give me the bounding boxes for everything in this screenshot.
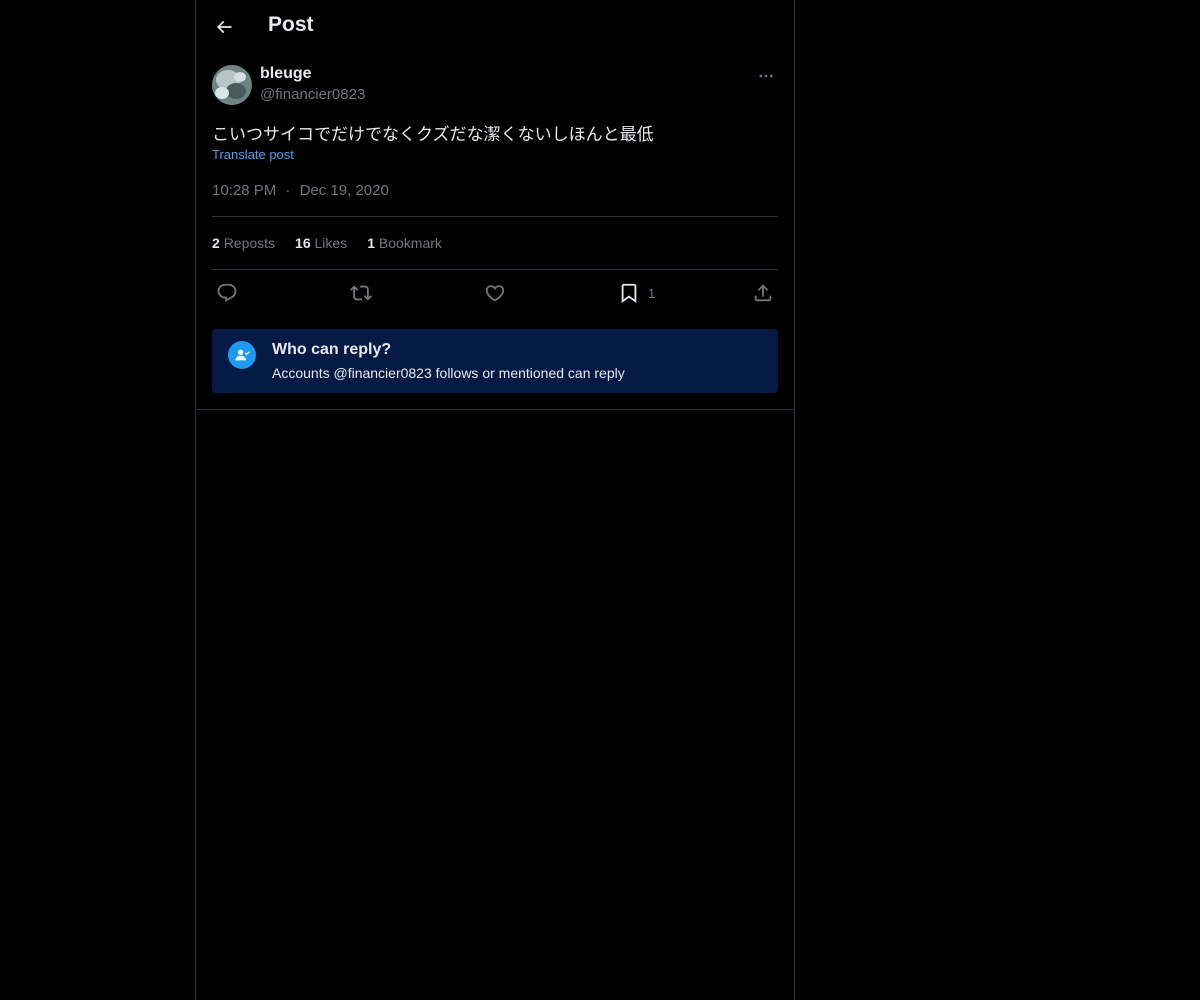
post-stats: 2 Reposts 16 Likes 1 Bookmark xyxy=(212,235,442,251)
like-button[interactable] xyxy=(484,280,506,306)
bookmark-count: 1 xyxy=(648,285,656,301)
post-timestamp: 10:28 PM · Dec 19, 2020 xyxy=(212,182,389,199)
author-row: bleuge @financier0823 xyxy=(212,64,778,106)
back-button[interactable] xyxy=(208,11,240,43)
avatar[interactable] xyxy=(212,65,252,105)
divider xyxy=(212,269,778,270)
bookmarks-label: Bookmark xyxy=(378,235,442,251)
more-horizontal-icon xyxy=(759,74,773,78)
bookmarks-count: 1 xyxy=(367,235,375,251)
reply-restriction-description: Accounts @financier0823 follows or menti… xyxy=(272,365,625,381)
reply-restriction-title: Who can reply? xyxy=(272,341,392,358)
post-time[interactable]: 10:28 PM xyxy=(212,182,276,199)
share-icon xyxy=(754,284,772,302)
repost-button[interactable] xyxy=(350,280,372,306)
likes-label: Likes xyxy=(314,235,348,251)
author-display-name[interactable]: bleuge xyxy=(260,65,312,83)
reply-button[interactable] xyxy=(216,280,238,306)
reply-icon xyxy=(217,283,237,302)
repost-icon xyxy=(350,285,372,301)
post-text: こいつサイコでだけでなくクズだな潔くないしほんと最低 xyxy=(212,125,654,145)
section-divider xyxy=(196,409,794,410)
reply-restriction-box: Who can reply? Accounts @financier0823 f… xyxy=(212,329,778,393)
likes-stat[interactable]: 16 Likes xyxy=(295,235,347,251)
more-options-button[interactable] xyxy=(754,64,778,88)
post: bleuge @financier0823 こいつサイコでだけでなくクズだな潔く… xyxy=(212,64,778,393)
bookmark-button[interactable]: 1 xyxy=(618,280,655,306)
page-title: Post xyxy=(268,13,314,36)
bookmarks-stat[interactable]: 1 Bookmark xyxy=(367,235,442,251)
arrow-left-icon xyxy=(216,20,232,34)
heart-icon xyxy=(485,285,505,302)
reposts-count: 2 xyxy=(212,235,220,251)
main-column: Post bleuge @financier0823 こいつサイコでだけでなくク… xyxy=(195,0,795,1000)
bookmark-icon xyxy=(621,283,637,304)
divider xyxy=(212,216,778,217)
timestamp-separator: · xyxy=(285,182,291,199)
translate-post-link[interactable]: Translate post xyxy=(212,147,294,162)
header: Post xyxy=(196,0,794,54)
action-bar: 1 xyxy=(212,280,778,306)
user-check-icon xyxy=(228,341,256,369)
share-button[interactable] xyxy=(752,280,774,306)
post-date[interactable]: Dec 19, 2020 xyxy=(300,182,389,199)
reposts-label: Reposts xyxy=(223,235,276,251)
reposts-stat[interactable]: 2 Reposts xyxy=(212,235,275,251)
avatar-image xyxy=(212,65,252,105)
likes-count: 16 xyxy=(295,235,311,251)
author-handle[interactable]: @financier0823 xyxy=(260,86,365,103)
